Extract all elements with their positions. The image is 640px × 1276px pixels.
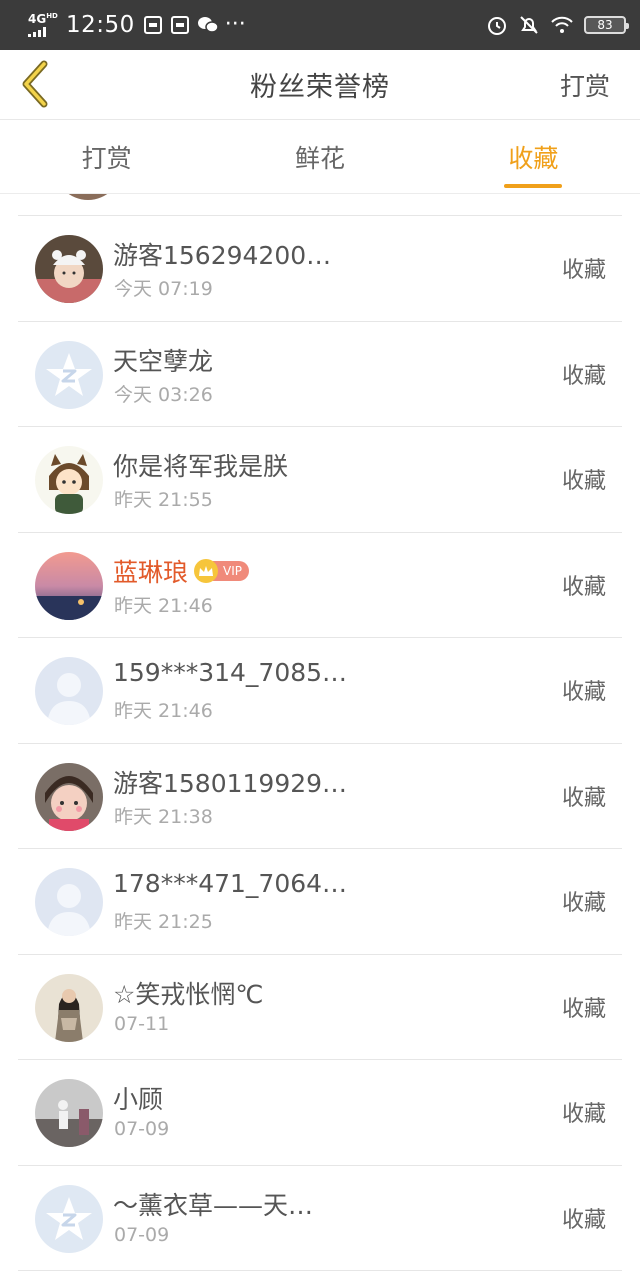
user-name: ～薰衣草——天…	[113, 1190, 314, 1220]
default-person-avatar	[35, 657, 103, 725]
nav-header: 粉丝荣誉榜 打赏	[0, 50, 640, 120]
user-name: 蓝琳琅 VIP	[113, 553, 249, 589]
network-hd: HD	[46, 12, 58, 20]
list-item[interactable]: ☆笑戎怅惘℃ 07-11 收藏	[18, 955, 622, 1060]
timestamp: 今天 03:26	[114, 383, 213, 406]
user-name: 178***471_7064…	[113, 869, 348, 898]
timestamp: 昨天 21:38	[114, 805, 213, 828]
status-bar: 4GHD 12:50 ··· 83	[0, 0, 640, 50]
list-item[interactable]: 178***471_7064… 昨天 21:25 收藏	[18, 849, 622, 955]
timestamp: 昨天 21:25	[114, 911, 213, 933]
default-star-avatar	[35, 340, 103, 409]
baby-photo-avatar	[35, 235, 103, 303]
network-type: 4G	[28, 12, 47, 26]
timestamp: 今天 07:19	[114, 278, 213, 300]
action-label: 收藏	[561, 574, 606, 600]
list-item[interactable]: 天空孽龙 今天 03:26 收藏	[18, 322, 622, 427]
app-notification-icon	[143, 16, 162, 34]
default-star-avatar	[35, 1184, 103, 1253]
action-label: 收藏	[561, 680, 606, 705]
list-item[interactable]: 游客1580119929… 昨天 21:38 收藏	[18, 744, 622, 849]
action-label: 收藏	[561, 258, 606, 283]
signal-indicator: 4GHD	[28, 13, 62, 37]
list-item[interactable]: ～薰衣草——天… 07-09 收藏	[18, 1166, 622, 1271]
user-name: 你是将军我是朕	[113, 452, 289, 481]
cartoon-girl-avatar	[35, 446, 103, 514]
action-label: 收藏	[561, 785, 606, 811]
wechat-icon	[197, 16, 219, 34]
list-item[interactable]: 蓝琳琅 VIP 昨天 21:46 收藏	[18, 533, 622, 638]
alarm-icon	[486, 14, 508, 36]
list-item[interactable]: 你是将军我是朕 昨天 21:55 收藏	[18, 427, 622, 533]
app-notification-icon-2	[170, 16, 189, 34]
tab-flowers[interactable]: 鲜花	[213, 121, 426, 193]
action-label: 收藏	[561, 891, 606, 916]
user-name: ☆笑戎怅惘℃	[113, 979, 264, 1009]
action-label: 收藏	[561, 996, 606, 1022]
timestamp: 昨天 21:46	[114, 700, 213, 722]
tab-tips[interactable]: 打赏	[0, 121, 213, 193]
back-button[interactable]	[14, 58, 58, 110]
clock: 12:50	[66, 12, 135, 38]
action-label: 收藏	[561, 1207, 606, 1233]
fan-list[interactable]: 游客156294200… 今天 07:19 收藏 天空孽龙 今天 03:26 收…	[0, 194, 640, 1276]
mute-bell-icon	[518, 14, 540, 36]
page-title: 粉丝荣誉榜	[250, 72, 390, 103]
user-name: 游客156294200…	[113, 241, 332, 270]
battery-icon: 83	[584, 16, 629, 34]
action-label: 收藏	[561, 363, 606, 389]
list-item-partial	[18, 194, 622, 216]
list-item[interactable]: 159***314_7085… 昨天 21:46 收藏	[18, 638, 622, 744]
timestamp: 07-09	[114, 1223, 170, 1246]
user-name-text: 蓝琳琅	[113, 557, 189, 587]
user-name: 天空孽龙	[113, 346, 214, 376]
user-name: 游客1580119929…	[113, 768, 348, 798]
timestamp: 昨天 21:55	[114, 489, 213, 511]
list-item[interactable]: 游客156294200… 今天 07:19 收藏	[18, 216, 622, 322]
list-item[interactable]: 小顾 07-09 收藏	[18, 1060, 622, 1166]
user-name: 159***314_7085…	[113, 658, 348, 687]
timestamp: 昨天 21:46	[114, 594, 213, 617]
default-person-avatar	[35, 868, 103, 936]
more-notifications-icon: ···	[224, 12, 246, 37]
chevron-left-icon	[22, 60, 48, 108]
timestamp: 07-09	[114, 1118, 170, 1140]
vip-badge: VIP	[194, 558, 249, 583]
woman-photo-avatar	[35, 973, 103, 1042]
signal-bars-icon	[28, 27, 62, 37]
child-photo-avatar	[35, 762, 103, 831]
wifi-icon	[550, 16, 574, 34]
vip-label: VIP	[213, 560, 249, 581]
tab-bar: 打赏 鲜花 收藏	[0, 121, 640, 194]
figure-photo-avatar	[35, 1079, 103, 1147]
user-name: 小顾	[113, 1085, 164, 1114]
action-label: 收藏	[561, 469, 606, 494]
action-label: 收藏	[561, 1102, 606, 1127]
tab-favorites[interactable]: 收藏	[427, 121, 640, 193]
sunset-photo-avatar	[35, 551, 103, 620]
tip-button[interactable]: 打赏	[560, 50, 610, 120]
crown-icon	[194, 558, 219, 583]
timestamp: 07-11	[114, 1012, 170, 1035]
